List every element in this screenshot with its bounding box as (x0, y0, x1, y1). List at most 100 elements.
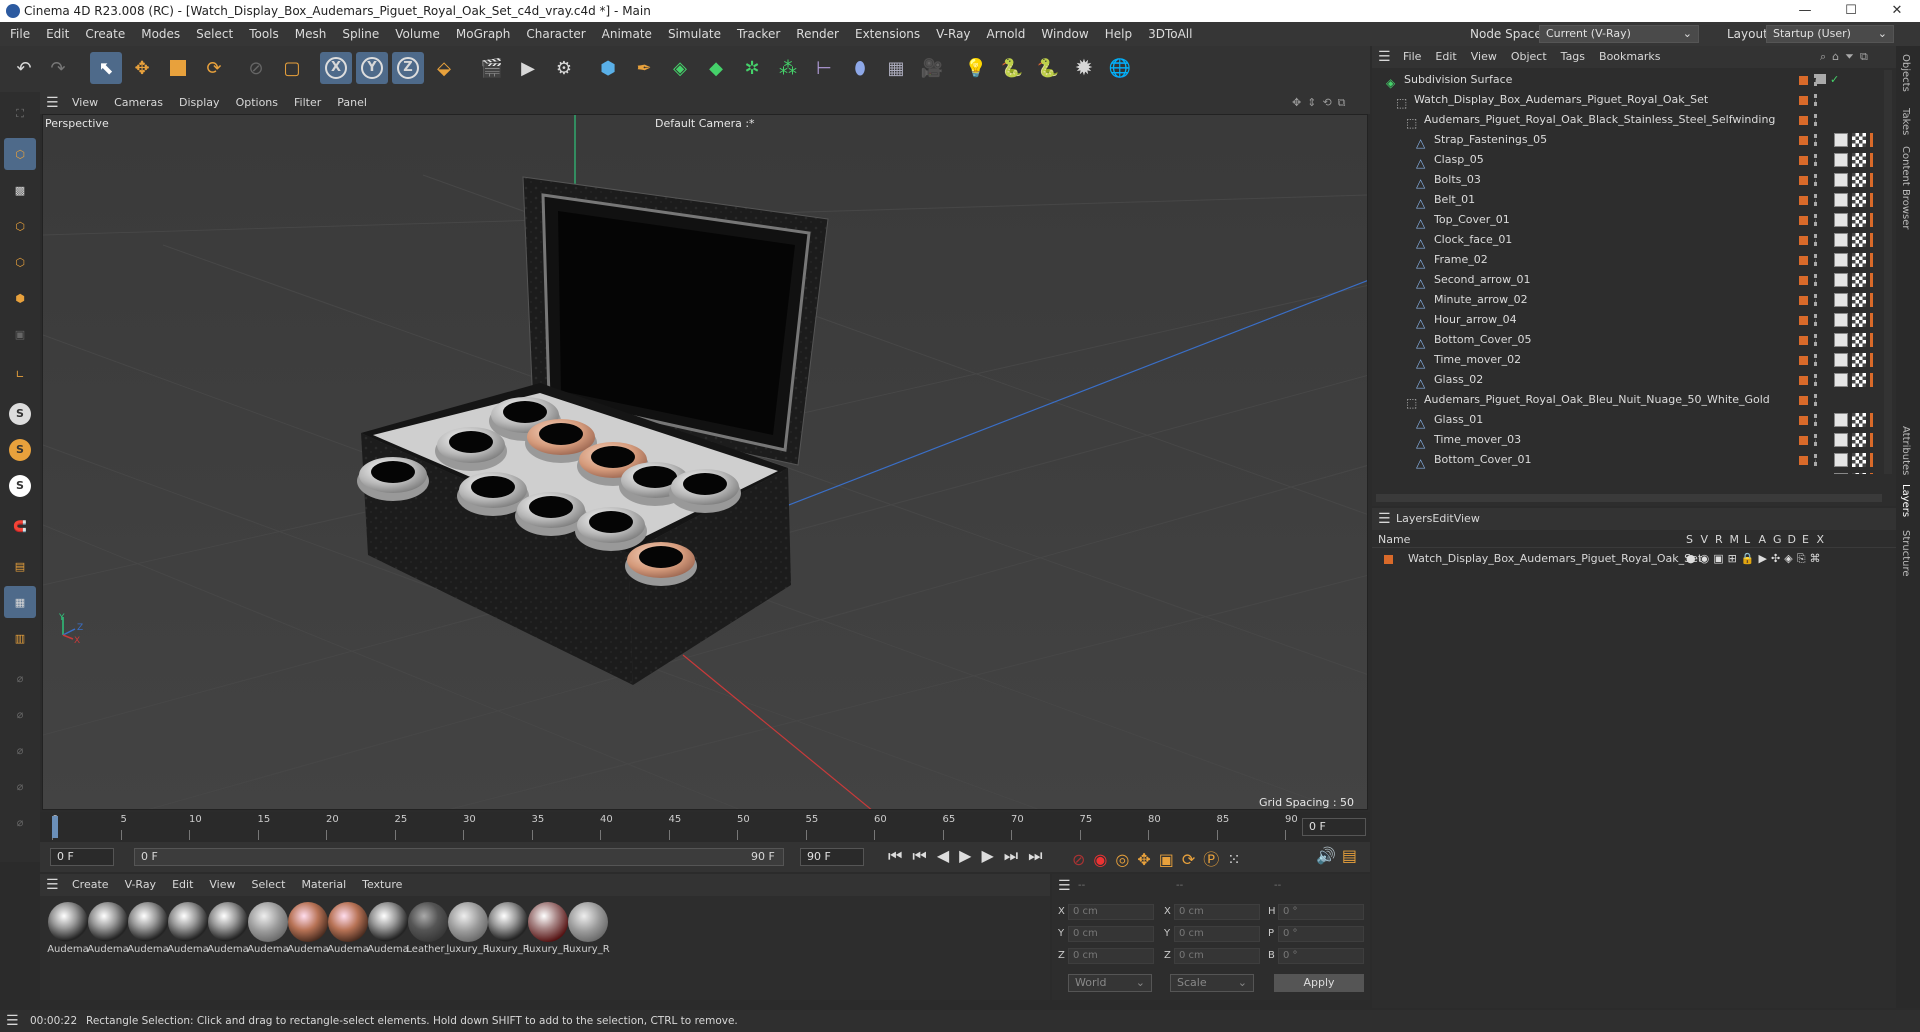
object-name[interactable]: Bolts_03 (1434, 170, 1481, 190)
material-swatch[interactable]: Leather_ (406, 900, 450, 962)
vray-material-tag[interactable] (1834, 453, 1848, 467)
material-swatch[interactable]: Audema (366, 900, 410, 962)
vray-material-tag[interactable] (1834, 153, 1848, 167)
menu-v-ray[interactable]: V-Ray (928, 22, 978, 46)
object-row[interactable]: △ Belt_01 (1372, 190, 1882, 210)
visibility-toggle[interactable] (1814, 394, 1818, 406)
material-menu-v-ray[interactable]: V-Ray (117, 874, 165, 896)
layer-color-dot[interactable] (1799, 376, 1808, 385)
next-frame-icon[interactable]: ▶ (981, 846, 1003, 865)
visibility-toggle[interactable] (1814, 454, 1818, 466)
layer-color-dot[interactable] (1799, 456, 1808, 465)
y-axis-lock-button[interactable]: Y (356, 52, 388, 84)
vray-material-tag[interactable] (1834, 213, 1848, 227)
layer-color-dot[interactable] (1799, 216, 1808, 225)
camera-label[interactable]: Default Camera :* (655, 117, 755, 130)
material-menu-select[interactable]: Select (244, 874, 294, 896)
object-name[interactable]: Top_Cover_01 (1434, 210, 1510, 230)
layer-color-dot[interactable] (1799, 356, 1808, 365)
coord-field[interactable]: 0 cm (1174, 948, 1260, 964)
snap-button[interactable]: S (4, 398, 36, 430)
prev-key-icon[interactable]: ⏮ (912, 846, 936, 865)
object-name[interactable]: Glass_02 (1434, 370, 1483, 390)
object-horizontal-scrollbar[interactable] (1376, 494, 1882, 502)
layer-color-dot[interactable] (1799, 256, 1808, 265)
object-row[interactable]: △ Bolts_03 (1372, 170, 1882, 190)
texture-tag[interactable] (1852, 253, 1866, 267)
paint-tool-button[interactable]: ⌀ (4, 662, 36, 694)
go-to-start-icon[interactable]: ⏮ (888, 846, 912, 865)
extrude-button[interactable]: ◆ (700, 52, 732, 84)
parameter-key-icon[interactable]: Ⓟ (1203, 850, 1227, 869)
menu-3dtoall[interactable]: 3DToAll (1140, 22, 1200, 46)
layout-dropdown[interactable]: Startup (User) ⌄ (1766, 25, 1894, 43)
texture-tag[interactable] (1852, 173, 1866, 187)
material-menu-texture[interactable]: Texture (354, 874, 410, 896)
object-row[interactable]: ⬚ Watch_Display_Box_Audemars_Piguet_Royal… (1372, 90, 1882, 110)
render-icon[interactable]: ▣ (1713, 552, 1727, 565)
layer-color-dot[interactable] (1799, 396, 1808, 405)
layer-color-swatch[interactable] (1384, 555, 1393, 564)
object-menu-bookmarks[interactable]: Bookmarks (1592, 46, 1667, 68)
axis-mode-button[interactable]: ∟ (4, 358, 36, 390)
position-key-icon[interactable]: ✥ (1137, 850, 1158, 869)
object-row[interactable]: △ Time_mover_03 (1372, 430, 1882, 450)
tab-objects[interactable]: Objects (1900, 54, 1911, 92)
vray-material-tag[interactable] (1834, 313, 1848, 327)
next-key-icon[interactable]: ⏭ (1004, 846, 1028, 865)
xref-icon[interactable]: ⌘ (1810, 552, 1825, 565)
visibility-toggle[interactable] (1814, 174, 1818, 186)
layer-color-dot[interactable] (1799, 416, 1808, 425)
material-swatch[interactable]: Audema (326, 900, 370, 962)
texture-tag[interactable] (1852, 193, 1866, 207)
vray-material-tag[interactable] (1834, 233, 1848, 247)
menu-render[interactable]: Render (788, 22, 847, 46)
3d-viewport[interactable]: Perspective Default Camera :* Grid Spaci… (42, 114, 1368, 810)
menu-arnold[interactable]: Arnold (979, 22, 1034, 46)
viewport-menu-cameras[interactable]: Cameras (106, 92, 171, 114)
texture-tag[interactable] (1852, 473, 1866, 474)
layer-color-dot[interactable] (1799, 76, 1808, 85)
material-swatch[interactable]: Audema (246, 900, 290, 962)
rotation-key-icon[interactable]: ⟳ (1182, 850, 1203, 869)
material-swatch[interactable]: Audema (46, 900, 90, 962)
coord-field[interactable]: 0 cm (1068, 926, 1154, 942)
tab-structure[interactable]: Structure (1900, 530, 1911, 577)
visibility-toggle[interactable] (1814, 374, 1818, 386)
python-generator-button[interactable]: 🐍 (1032, 52, 1064, 84)
hamburger-icon[interactable]: ☰ (6, 1010, 19, 1032)
object-name[interactable]: Belt_01 (1434, 190, 1475, 210)
maximize-button[interactable]: ☐ (1828, 0, 1874, 22)
edit-icon[interactable] (1816, 74, 1826, 84)
layer-color-dot[interactable] (1799, 136, 1808, 145)
menu-modes[interactable]: Modes (133, 22, 188, 46)
animation-icon[interactable]: ▶ (1759, 552, 1771, 565)
scale-key-icon[interactable]: ▣ (1159, 850, 1182, 869)
tab-content-browser[interactable]: Content Browser (1900, 146, 1911, 229)
visibility-toggle[interactable] (1814, 234, 1818, 246)
rotate-button[interactable]: ⟳ (198, 52, 230, 84)
filter-icon[interactable]: ⏷ (1845, 50, 1860, 63)
workplane-modes-button[interactable]: ▥ (4, 622, 36, 654)
material-menu-view[interactable]: View (201, 874, 243, 896)
texture-tag[interactable] (1852, 273, 1866, 287)
brush-tool-button[interactable]: ⌀ (4, 770, 36, 802)
pen-button[interactable]: ✒ (628, 52, 660, 84)
object-menu-object[interactable]: Object (1504, 46, 1554, 68)
visibility-toggle[interactable] (1814, 114, 1818, 126)
vray-material-tag[interactable] (1834, 133, 1848, 147)
workplane-button[interactable]: ▤ (4, 550, 36, 582)
end-frame-field[interactable]: 90 F (800, 848, 864, 866)
material-swatch[interactable]: Audema (206, 900, 250, 962)
object-name[interactable]: Minute_arrow_02 (1434, 290, 1528, 310)
visibility-toggle[interactable] (1814, 314, 1818, 326)
object-name[interactable]: Time_mover_02 (1434, 350, 1521, 370)
layer-color-dot[interactable] (1799, 436, 1808, 445)
record-icon[interactable]: ⊘ (1072, 850, 1093, 869)
new-window-icon[interactable]: ⧉ (1860, 50, 1874, 63)
timeline-ruler[interactable]: 051015202530354045505560657075808590 0 F (40, 812, 1370, 842)
object-menu-view[interactable]: View (1464, 46, 1504, 68)
object-name[interactable]: Bottom_Cover_01 (1434, 450, 1532, 470)
object-name[interactable]: Hour_arrow_01 (1434, 470, 1517, 474)
minimize-button[interactable]: — (1782, 0, 1828, 22)
